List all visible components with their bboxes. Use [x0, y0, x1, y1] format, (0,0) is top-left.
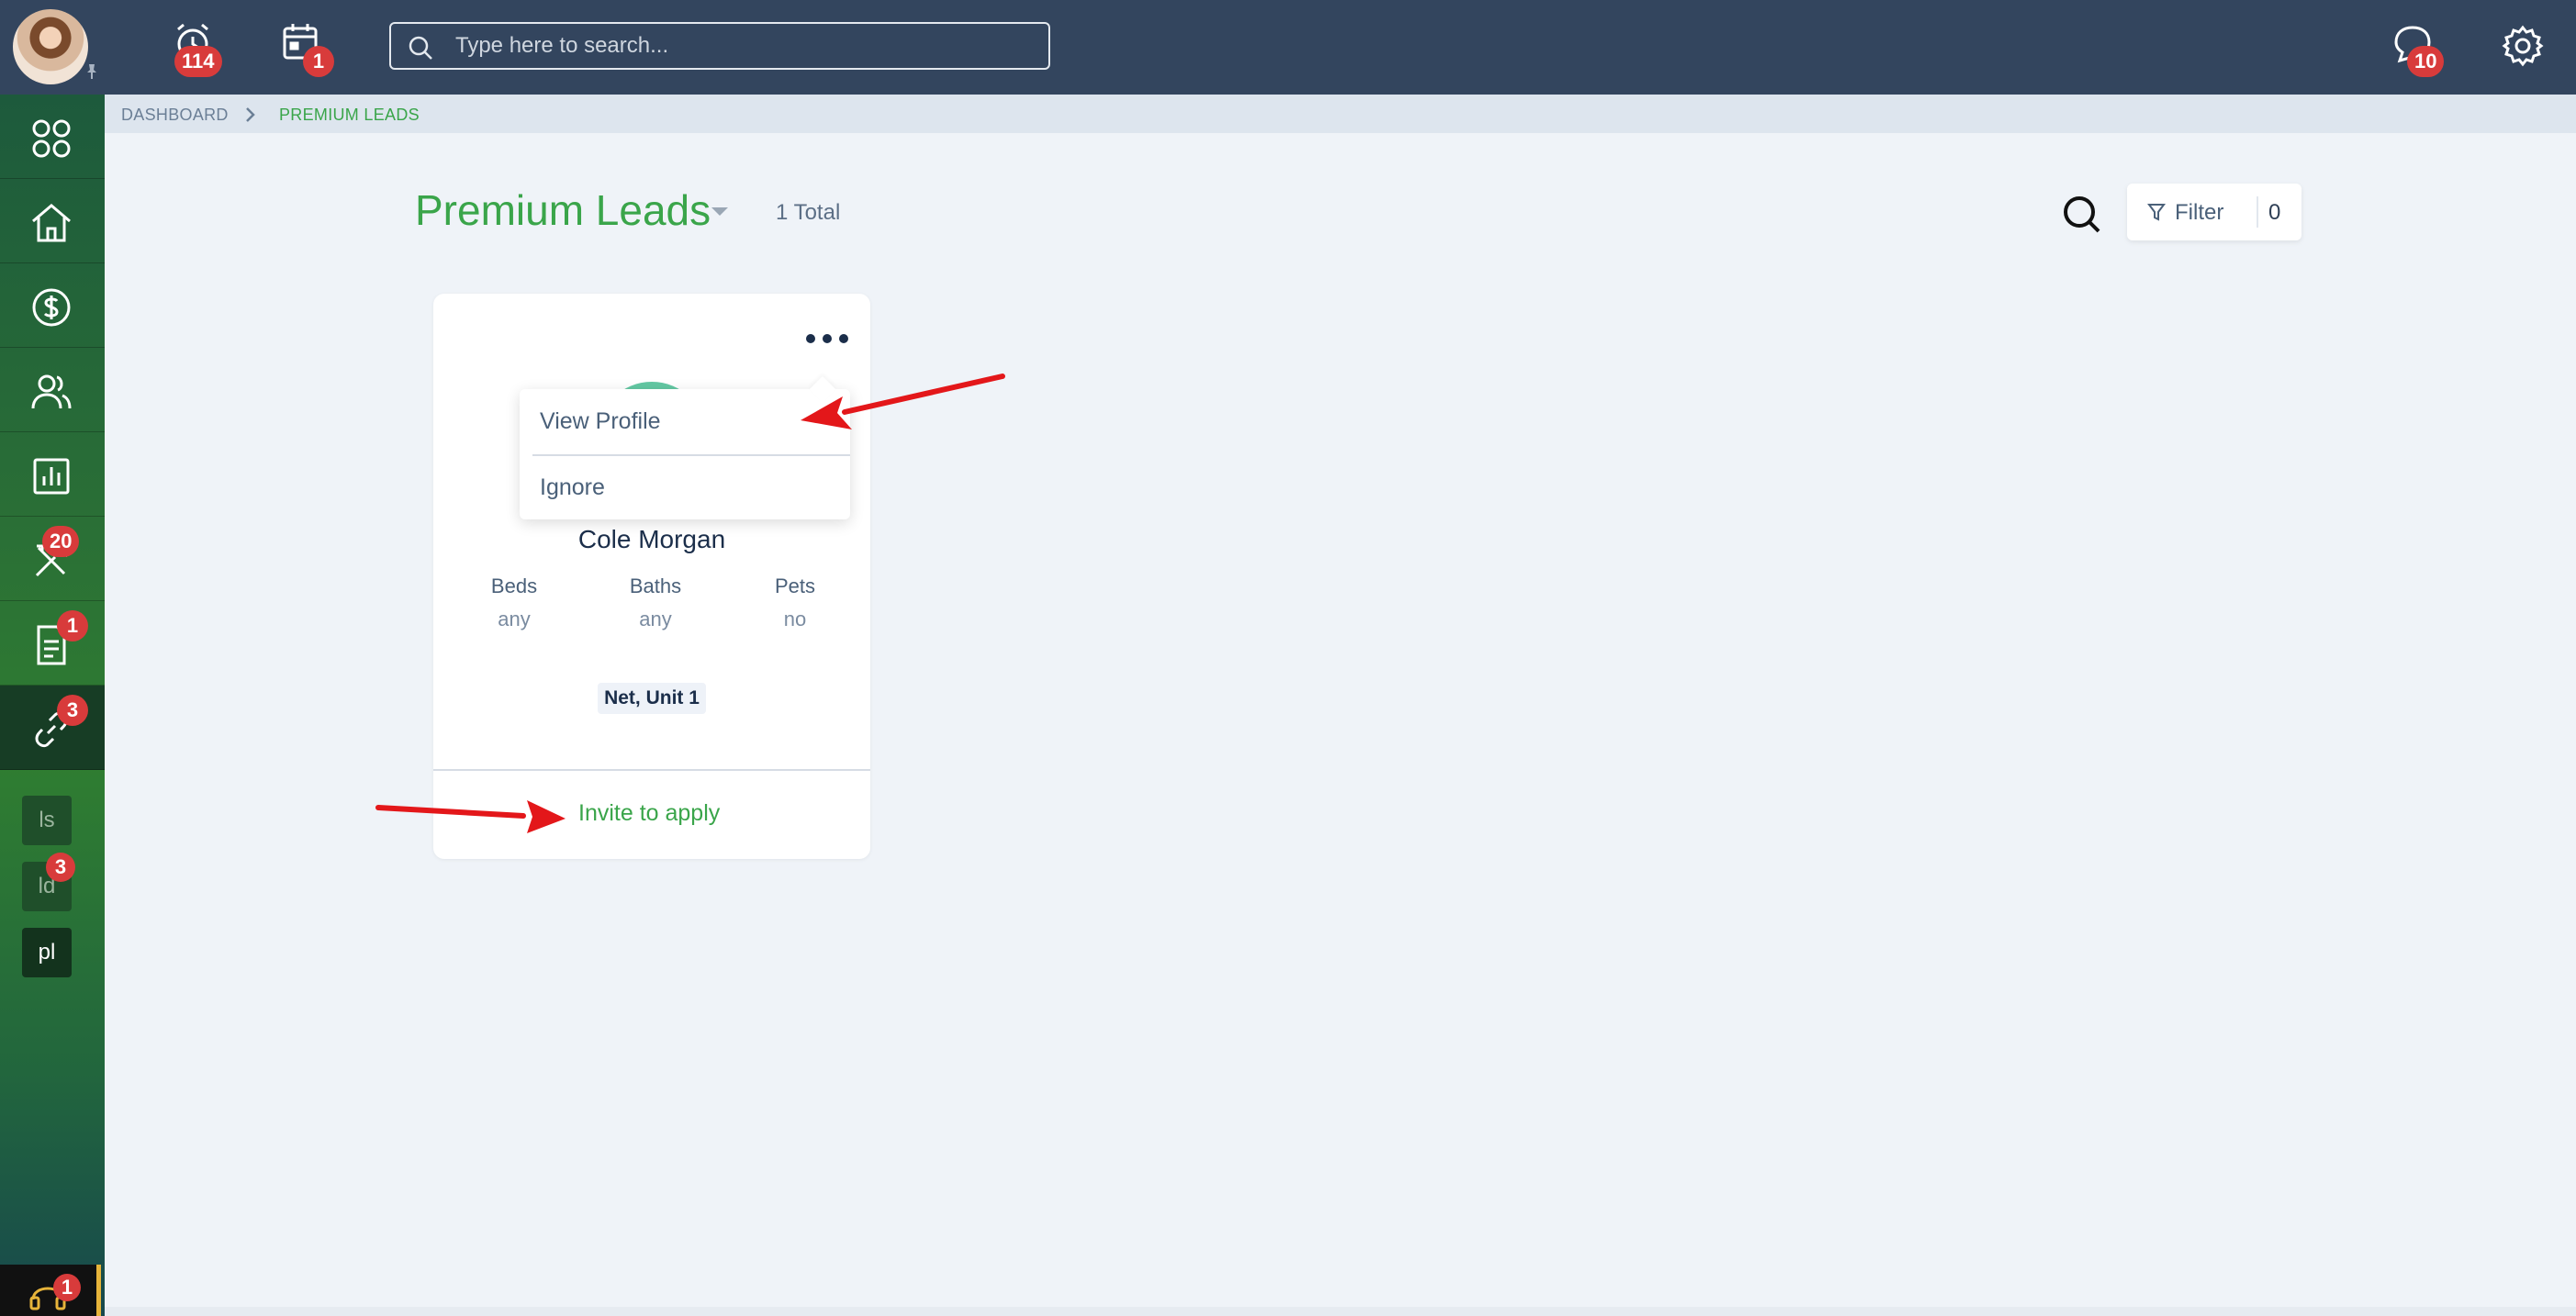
bottom-strip [105, 1307, 2576, 1316]
dollar-icon [32, 288, 71, 327]
search-input[interactable] [455, 24, 1034, 68]
menu-item-view-profile[interactable]: View Profile [520, 389, 850, 453]
sidebar-item-properties[interactable] [0, 179, 105, 263]
sidebar: 20 1 3 ls ld 3 pl [0, 95, 105, 1316]
global-search [389, 22, 1050, 70]
stat-pets: Pets no [740, 574, 850, 631]
sidebar-item-documents[interactable]: 1 [0, 601, 105, 686]
stat-baths-value: any [639, 608, 672, 630]
links-badge: 3 [57, 695, 88, 726]
sidebar-item-accounting[interactable] [0, 263, 105, 348]
bar-chart-icon [33, 458, 70, 495]
top-bar: 114 1 10 [0, 0, 2576, 95]
messages-badge: 10 [2407, 46, 2445, 77]
maintenance-badge: 20 [42, 526, 80, 557]
calendar-badge: 1 [303, 46, 334, 77]
title-dropdown-icon[interactable] [711, 207, 728, 216]
breadcrumb-dashboard[interactable]: DASHBOARD [121, 106, 229, 125]
stat-baths: Baths any [600, 574, 711, 631]
shortcut-ls[interactable]: ls [22, 796, 72, 845]
shortcut-pl[interactable]: pl [22, 928, 72, 977]
breadcrumb: DASHBOARD PREMIUM LEADS [105, 95, 2576, 133]
users-icon [31, 374, 72, 409]
support-button[interactable]: 1 [0, 1265, 101, 1316]
filter-label: Filter [2175, 200, 2224, 225]
sidebar-item-people[interactable] [0, 348, 105, 432]
breadcrumb-current: PREMIUM LEADS [279, 106, 420, 124]
stat-beds: Beds any [459, 574, 569, 631]
chevron-right-icon [246, 107, 255, 122]
filter-divider [2257, 196, 2258, 228]
grid-icon [32, 119, 71, 158]
unit-tag: Net, Unit 1 [598, 683, 706, 714]
invite-to-apply-button[interactable]: Invite to apply [578, 800, 720, 827]
filter-button[interactable]: Filter 0 [2127, 184, 2302, 240]
stat-baths-label: Baths [629, 574, 682, 597]
user-avatar[interactable] [13, 9, 88, 84]
shortcut-ld-badge: 3 [46, 853, 75, 882]
lead-card: Cole Morgan Beds any Baths any Pets no N… [433, 294, 870, 859]
home-icon [32, 204, 71, 242]
search-icon[interactable] [2060, 193, 2104, 237]
filter-icon [2147, 204, 2166, 221]
menu-item-ignore[interactable]: Ignore [520, 455, 850, 519]
sidebar-item-leads[interactable]: 3 [0, 686, 105, 770]
stat-beds-label: Beds [490, 574, 538, 597]
more-options-icon[interactable] [806, 330, 848, 345]
search-icon [409, 36, 432, 60]
sidebar-item-maintenance[interactable]: 20 [0, 517, 105, 601]
filter-count: 0 [2268, 200, 2281, 225]
lead-options-menu: View Profile Ignore [520, 375, 850, 519]
page-title[interactable]: Premium Leads [415, 185, 711, 235]
support-badge: 1 [53, 1274, 81, 1301]
documents-badge: 1 [57, 610, 88, 641]
sidebar-item-reports[interactable] [0, 432, 105, 517]
alerts-badge: 114 [174, 46, 222, 77]
stat-pets-value: no [783, 608, 807, 630]
lead-name: Cole Morgan [577, 525, 726, 553]
stat-pets-label: Pets [774, 574, 816, 597]
stat-beds-value: any [498, 608, 531, 630]
pin-icon[interactable] [83, 62, 101, 81]
sidebar-item-apps[interactable] [0, 95, 105, 179]
card-divider [433, 769, 870, 771]
gear-icon[interactable] [2501, 24, 2545, 68]
total-count: 1 Total [776, 200, 841, 225]
